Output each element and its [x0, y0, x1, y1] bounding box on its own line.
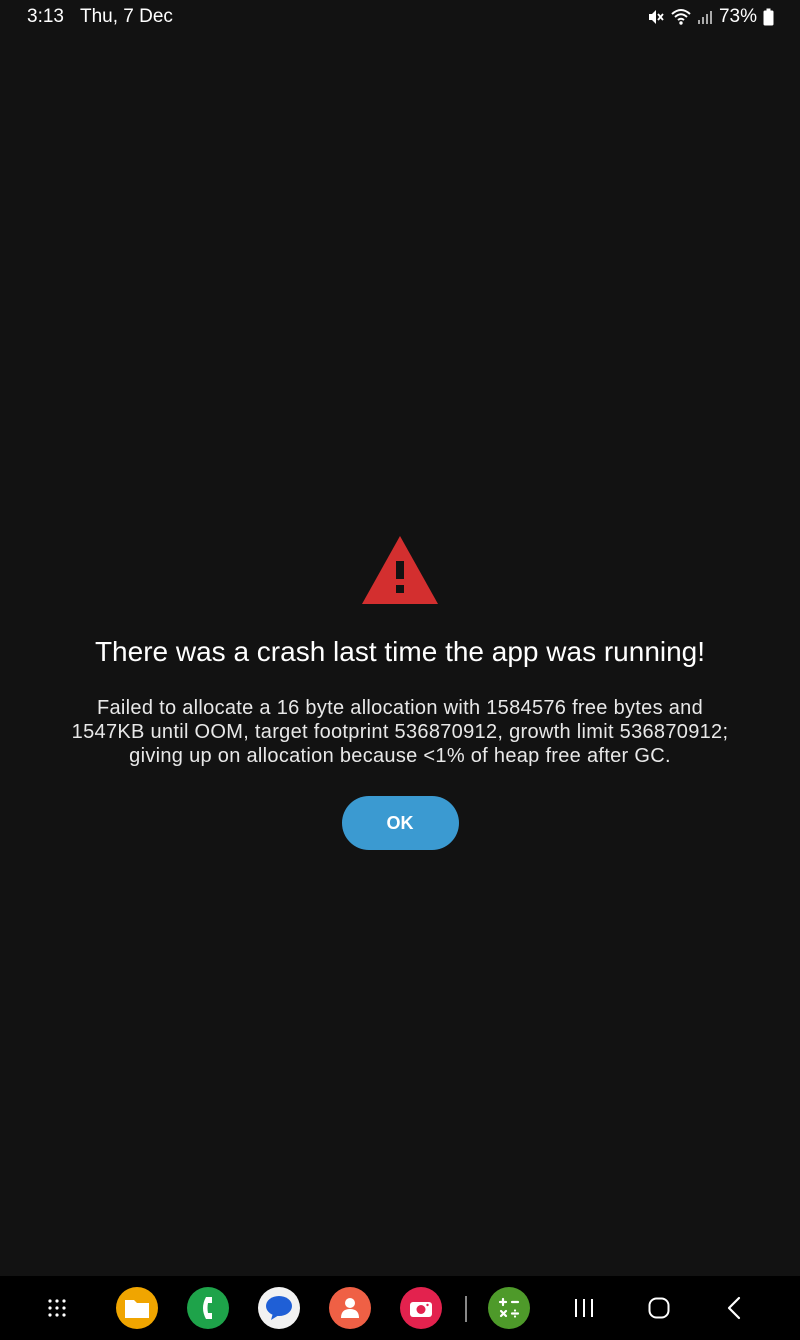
battery-icon — [763, 8, 774, 26]
crash-message: Failed to allocate a 16 byte allocation … — [71, 697, 729, 767]
apps-grid-icon[interactable] — [36, 1287, 78, 1329]
status-left: 3:13 Thu, 7 Dec — [27, 6, 173, 28]
status-right: 73% — [647, 6, 774, 28]
battery-percent: 73% — [718, 6, 757, 27]
calculator-icon[interactable] — [488, 1287, 530, 1329]
files-icon[interactable] — [116, 1287, 158, 1329]
crash-dialog: There was a crash last time the app was … — [0, 534, 800, 850]
messages-icon[interactable] — [258, 1287, 300, 1329]
ok-button[interactable]: OK — [341, 796, 459, 850]
home-icon[interactable] — [638, 1287, 680, 1329]
camera-icon[interactable] — [400, 1287, 442, 1329]
mute-icon — [647, 8, 665, 26]
status-time: 3:13 — [27, 6, 64, 27]
nav-divider — [465, 1296, 467, 1322]
status-bar: 3:13 Thu, 7 Dec 73% — [0, 0, 800, 34]
recents-icon[interactable] — [563, 1287, 605, 1329]
warning-icon — [360, 534, 440, 606]
signal-icon — [697, 9, 713, 25]
navigation-bar — [0, 1276, 800, 1340]
back-icon[interactable] — [713, 1287, 755, 1329]
wifi-icon — [671, 8, 691, 26]
phone-icon[interactable] — [187, 1287, 229, 1329]
status-date: Thu, 7 Dec — [79, 6, 173, 27]
crash-title: There was a crash last time the app was … — [94, 636, 706, 667]
contacts-icon[interactable] — [329, 1287, 371, 1329]
